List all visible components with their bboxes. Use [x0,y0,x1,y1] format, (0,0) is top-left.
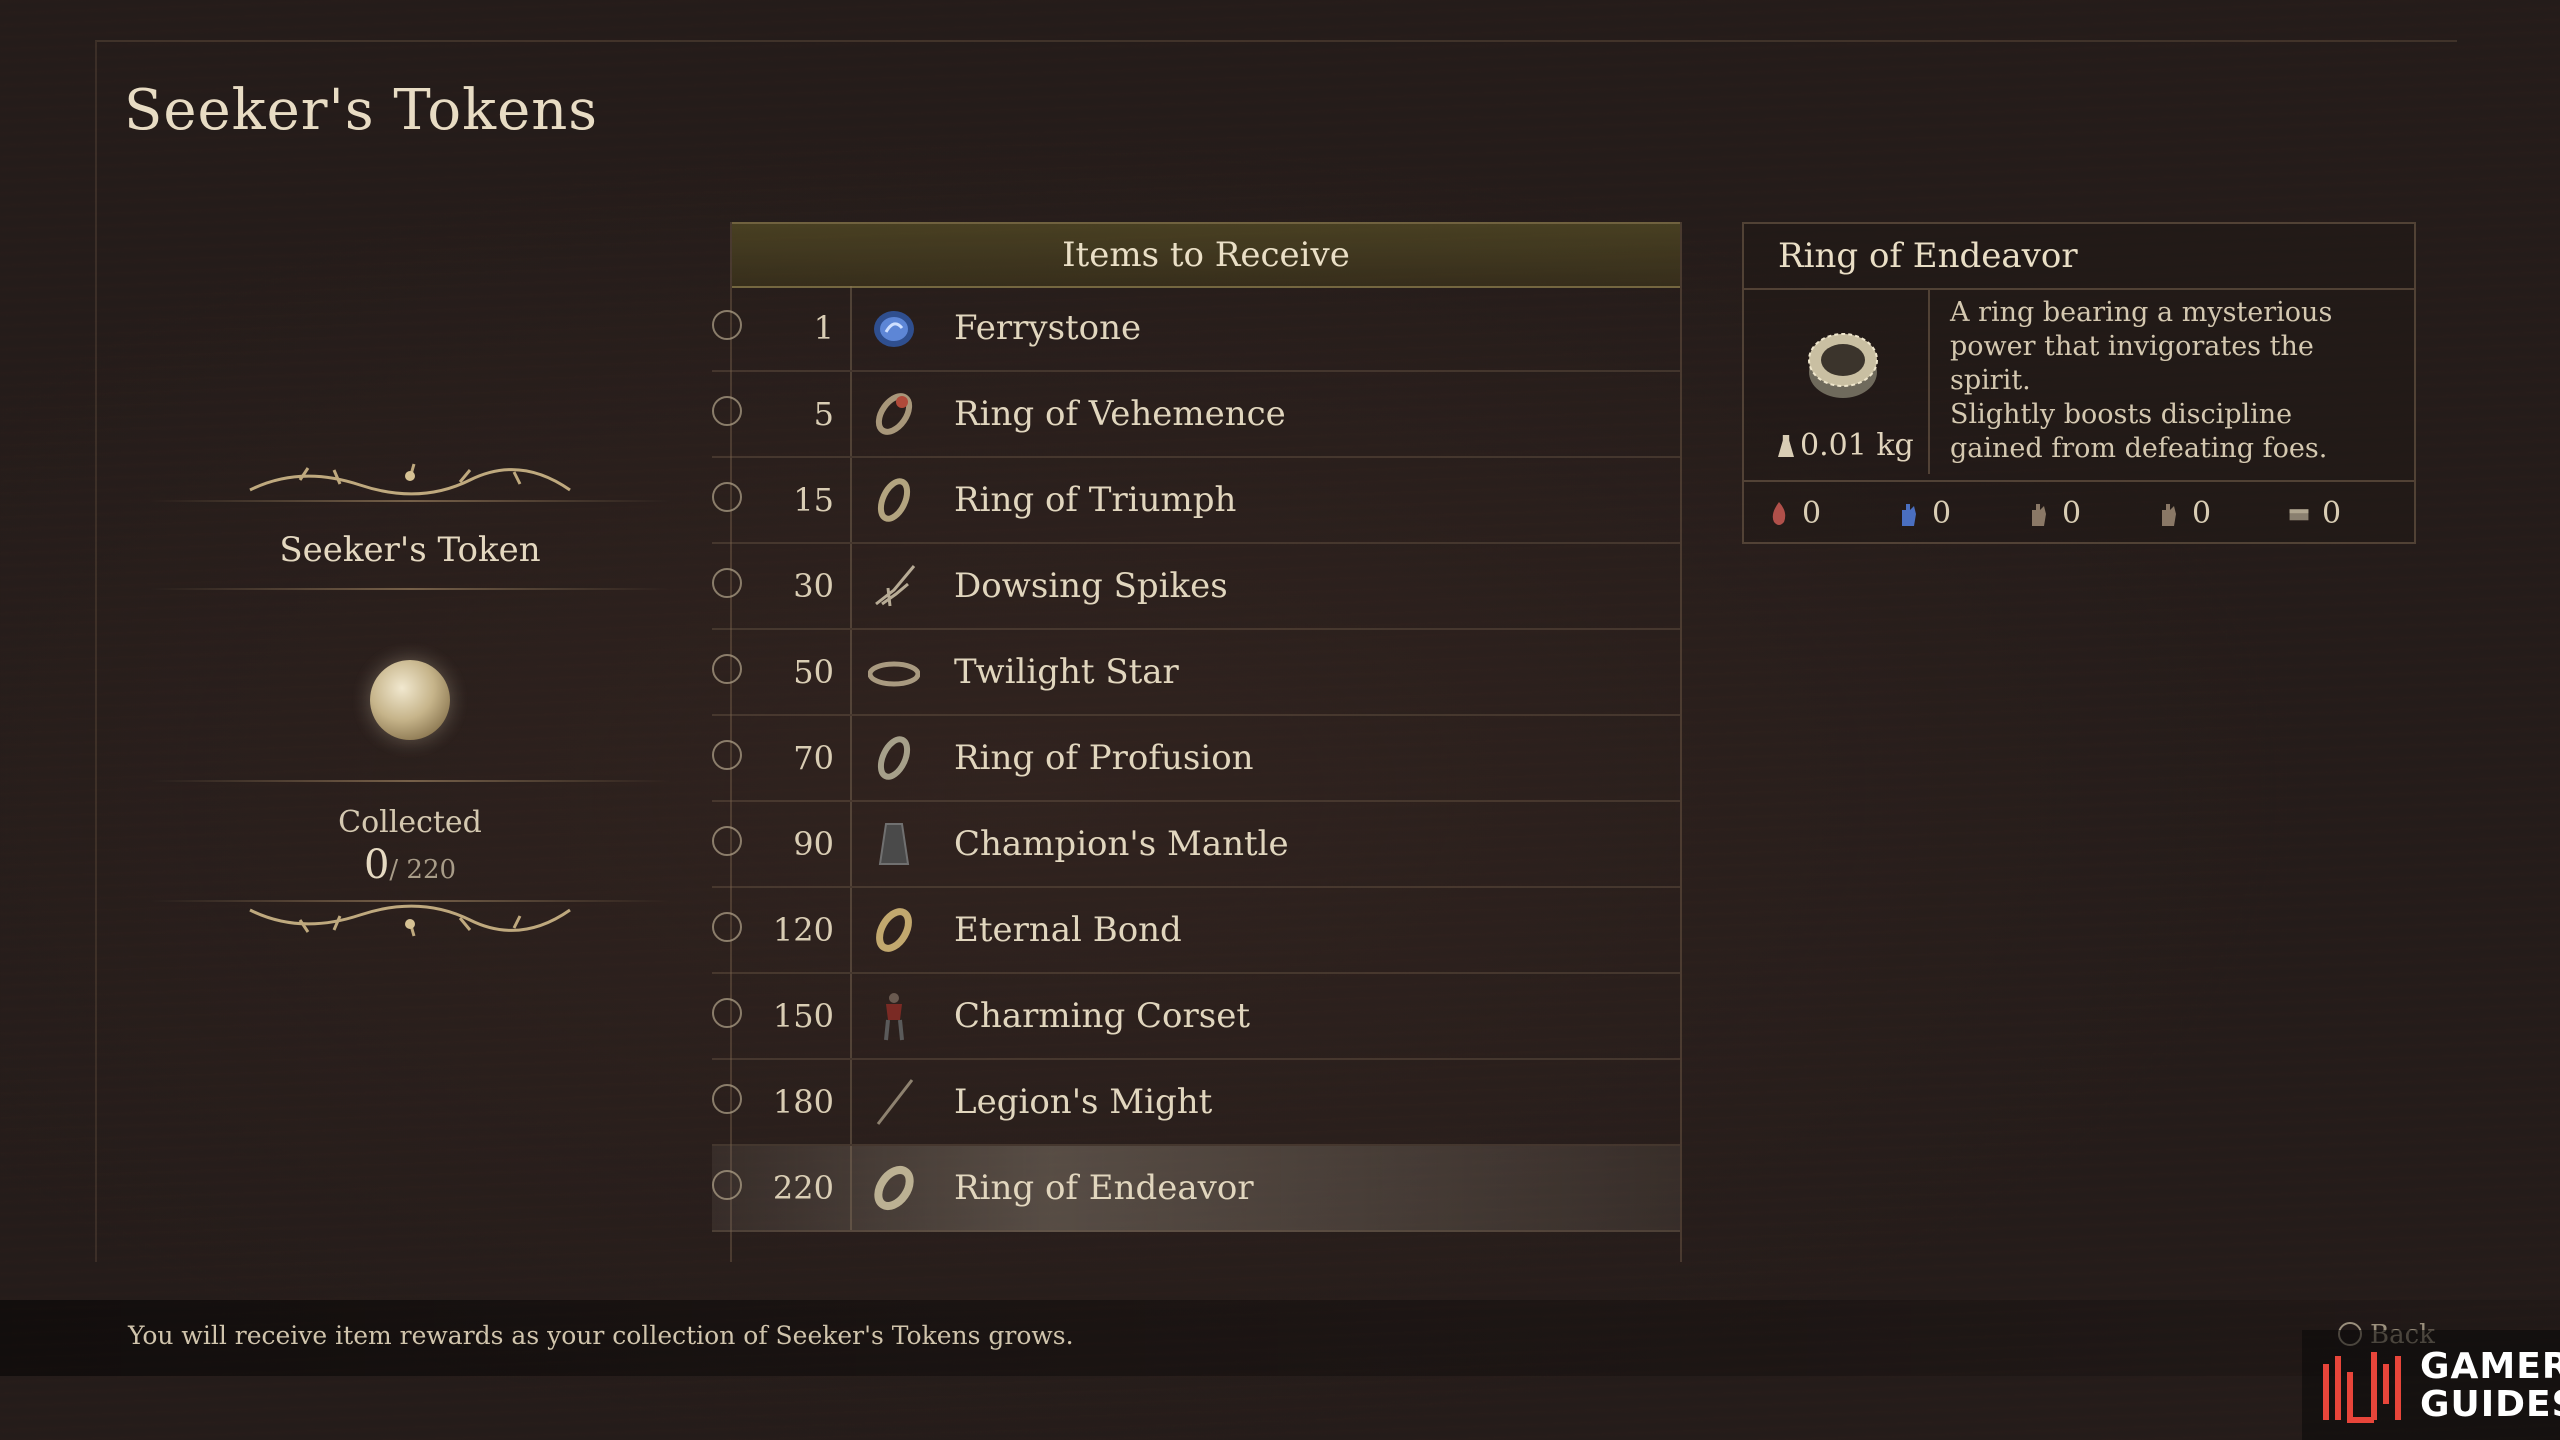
collected-label: Collected [338,805,482,840]
reward-name: Ferrystone [954,308,1142,348]
reward-name: Dowsing Spikes [954,566,1228,606]
armor-figure-icon [884,993,904,1041]
token-name: Seeker's Token [279,530,541,570]
ring-icon [874,1165,914,1211]
divider-line [150,500,670,502]
radio-button[interactable] [712,1084,742,1114]
reward-row[interactable]: 180 Legion's Might [712,1060,1680,1146]
list-header: Items to Receive [732,222,1680,288]
stat-hand-a: 0 [2028,494,2081,534]
reward-threshold: 180 [772,1083,834,1121]
brand-text: GAMER GUIDES [2420,1346,2560,1425]
token-coin-icon [350,640,470,760]
reward-row[interactable]: 90 Champion's Mantle [712,802,1680,888]
ring-icon [877,736,911,780]
reward-threshold: 30 [793,567,834,605]
reward-threshold: 15 [793,481,834,519]
gamer-guides-watermark: GAMER GUIDES [2302,1330,2560,1440]
ring-icon [877,478,911,522]
radio-button[interactable] [712,568,742,598]
stat-ice: 0 [1898,494,1951,534]
detail-title: Ring of Endeavor [1778,236,2078,276]
radio-button[interactable] [712,998,742,1028]
reward-name: Eternal Bond [954,910,1182,950]
reward-threshold: 70 [793,739,834,777]
vine-ornament-top-icon [249,463,571,496]
radio-button[interactable] [712,396,742,426]
stat-row: 0 0 0 0 0 [1768,494,2408,534]
vine-ornament-bottom-icon [249,904,571,937]
reward-threshold: 150 [772,997,834,1035]
collected-count: 0/ 220 [150,842,670,888]
reward-name: Twilight Star [954,652,1179,692]
chest-icon [2289,509,2309,521]
reward-row[interactable]: 15 Ring of Triumph [712,458,1680,544]
reward-name: Ring of Profusion [954,738,1254,778]
item-detail-panel: Ring of Endeavor 0.01 kg A ring bearing … [1742,222,2416,544]
mantle-icon [878,823,910,865]
reward-row[interactable]: 1 Ferrystone [712,286,1680,372]
hand-icon [2032,504,2046,526]
weight-value: 0.01 kg [1800,428,1914,463]
ferrystone-icon [874,311,914,347]
reward-threshold: 1 [813,309,834,347]
ring-icon [876,908,912,952]
radio-button[interactable] [712,310,742,340]
collected-value: 0 [363,842,390,888]
reward-threshold: 90 [793,825,834,863]
reward-name: Charming Corset [954,996,1250,1036]
stat-fire: 0 [1768,494,1821,534]
fire-resist-icon [1772,502,1786,525]
hand-icon [2162,504,2176,526]
reward-row[interactable]: 70 Ring of Profusion [712,716,1680,802]
gamer-guides-logo-icon [2323,1352,2401,1423]
reward-row[interactable]: 120 Eternal Bond [712,888,1680,974]
detail-icon-box: 0.01 kg [1758,290,1930,474]
reward-row[interactable]: 30 Dowsing Spikes [712,544,1680,630]
token-panel: Seeker's Token Collected 0/ 220 [150,460,670,960]
radio-button[interactable] [712,1170,742,1200]
ring-icon [875,393,913,435]
reward-name: Ring of Endeavor [954,1168,1254,1208]
reward-row-selected[interactable]: 220 Ring of Endeavor [712,1146,1680,1232]
reward-row[interactable]: 5 Ring of Vehemence [712,372,1680,458]
weight-icon [1778,435,1794,457]
staff-icon [876,1079,914,1125]
divider-line [150,780,670,782]
spikes-icon [875,565,916,607]
radio-button[interactable] [712,912,742,942]
radio-button[interactable] [712,740,742,770]
reward-name: Ring of Triumph [954,480,1237,520]
weight-readout: 0.01 kg [1778,428,1914,463]
reward-row[interactable]: 50 Twilight Star [712,630,1680,716]
stat-chest: 0 [2288,494,2341,534]
ice-resist-icon [1902,504,1916,526]
reward-threshold: 50 [793,653,834,691]
rewards-list-panel: Items to Receive 1 Ferrystone 5 Ring of … [712,222,1682,1262]
reward-threshold: 5 [813,395,834,433]
reward-threshold: 220 [772,1169,834,1207]
ring-icon [1808,333,1878,398]
reward-threshold: 120 [772,911,834,949]
reward-row[interactable]: 150 Charming Corset [712,974,1680,1060]
collected-total: / 220 [389,855,457,885]
divider-line [150,588,670,590]
radio-button[interactable] [712,482,742,512]
stat-hand-b: 0 [2158,494,2211,534]
reward-name: Legion's Might [954,1082,1213,1122]
radio-button[interactable] [712,654,742,684]
footer-hint: You will receive item rewards as your co… [128,1321,1074,1350]
reward-name: Champion's Mantle [954,824,1289,864]
circlet-icon [868,661,920,687]
page-title: Seeker's Tokens [124,78,599,143]
radio-button[interactable] [712,826,742,856]
item-description: A ring bearing a mysterious power that i… [1950,297,2333,464]
reward-name: Ring of Vehemence [954,394,1286,434]
